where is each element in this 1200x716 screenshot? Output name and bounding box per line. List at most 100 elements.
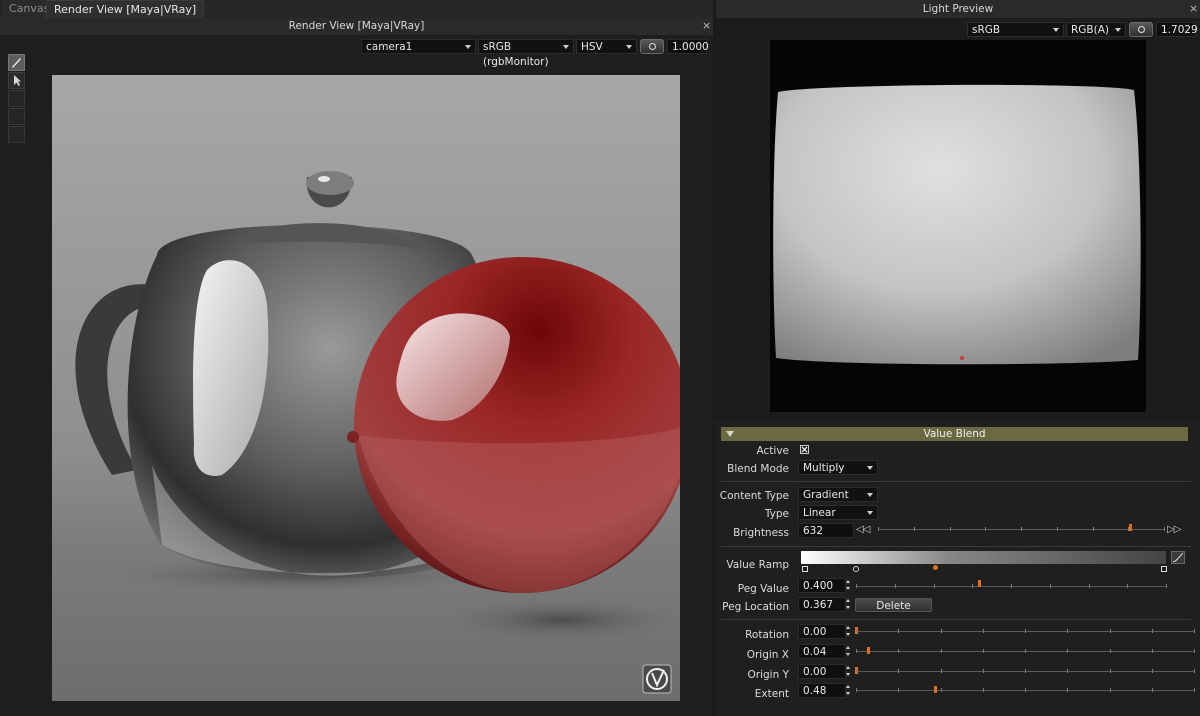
- origin-y-label: Origin Y: [747, 669, 790, 681]
- peg-location-input[interactable]: 0.367: [798, 597, 846, 612]
- peg-value-label: Peg Value: [737, 583, 789, 595]
- chevron-down-icon: [867, 466, 873, 470]
- brightness-slider-handle[interactable]: [1128, 524, 1132, 531]
- tool-slot[interactable]: [8, 126, 25, 143]
- slider-tick: [1025, 669, 1026, 673]
- exposure-icon[interactable]: [640, 39, 664, 54]
- slider-tick: [1067, 688, 1068, 692]
- content-type-label: Content Type: [719, 490, 789, 502]
- slider-tick: [1050, 584, 1051, 588]
- divider: [721, 546, 1191, 547]
- active-checkbox[interactable]: [800, 445, 809, 454]
- slider-tick: [1152, 688, 1153, 692]
- light-colorspace-select[interactable]: sRGB (rgbMonitor): [967, 22, 1064, 51]
- light-preview-image: [770, 40, 1146, 412]
- render-image: [52, 75, 680, 701]
- slider-tick: [983, 649, 984, 653]
- exposure-value[interactable]: 1.0000: [667, 39, 709, 54]
- peg-location-spinner[interactable]: [846, 597, 852, 612]
- slider-tick: [1011, 584, 1012, 588]
- ramp-peg[interactable]: [802, 566, 808, 572]
- slider-tick: [856, 669, 857, 673]
- slider-tick: [1194, 669, 1195, 673]
- rotation-label: Rotation: [745, 629, 789, 641]
- content-type-select[interactable]: Gradient: [798, 487, 878, 502]
- slider-tick: [1164, 527, 1165, 531]
- colorspace-select[interactable]: sRGB (rgbMonitor): [478, 39, 574, 68]
- slider-tick: [1110, 688, 1111, 692]
- slider-tick: [1067, 649, 1068, 653]
- blend-mode-select[interactable]: Multiply: [798, 460, 878, 475]
- rotation-input[interactable]: 0.00: [798, 624, 846, 639]
- type-label: Type: [764, 508, 789, 520]
- blend-mode-select-value: Multiply: [803, 462, 845, 474]
- slider-tick: [898, 669, 899, 673]
- value-ramp-label: Value Ramp: [726, 559, 789, 571]
- chevron-down-icon: [626, 45, 632, 49]
- slider-tick: [1152, 669, 1153, 673]
- colorspace-select-value: sRGB (rgbMonitor): [483, 41, 549, 68]
- peg-value-slider-handle[interactable]: [978, 580, 981, 587]
- tool-slot[interactable]: [8, 90, 25, 107]
- slider-tick: [941, 649, 942, 653]
- slider-tick: [1025, 649, 1026, 653]
- light-preview-viewport[interactable]: [770, 40, 1146, 412]
- extent-label: Extent: [754, 688, 789, 700]
- origin-x-spinner[interactable]: [846, 644, 852, 659]
- value-ramp-bar[interactable]: [801, 551, 1166, 564]
- light-exposure-value[interactable]: 1.7029: [1156, 22, 1198, 37]
- ramp-peg[interactable]: [853, 566, 859, 572]
- ramp-peg-selected[interactable]: [933, 565, 938, 570]
- origin-y-input[interactable]: 0.00: [798, 664, 846, 679]
- origin-x-input[interactable]: 0.04: [798, 644, 846, 659]
- peg-value-input[interactable]: 0.400: [798, 578, 846, 593]
- slider-tick: [983, 688, 984, 692]
- origin-x-label: Origin X: [746, 649, 789, 661]
- light-preview-title: Light Preview: [716, 0, 1200, 18]
- slider-tick: [1194, 649, 1195, 653]
- close-icon[interactable]: ×: [702, 19, 711, 32]
- delete-button[interactable]: Delete: [855, 598, 932, 612]
- extent-input[interactable]: 0.48: [798, 683, 846, 698]
- slider-tick: [1057, 527, 1058, 531]
- type-select[interactable]: Linear: [798, 505, 878, 520]
- rotation-spinner[interactable]: [846, 624, 852, 639]
- channel-select[interactable]: HSV: [576, 39, 637, 54]
- value-blend-header[interactable]: Value Blend: [721, 427, 1188, 441]
- rewind-icon[interactable]: ◁◁: [856, 524, 870, 535]
- slider-tick: [898, 688, 899, 692]
- channel-select-value: HSV: [581, 41, 603, 53]
- divider: [721, 619, 1191, 620]
- camera-select[interactable]: camera1: [361, 39, 476, 54]
- slider-tick: [1093, 527, 1094, 531]
- slider-tick: [1089, 584, 1090, 588]
- close-icon[interactable]: ×: [1189, 2, 1198, 15]
- ramp-peg[interactable]: [1161, 566, 1167, 572]
- fast-forward-icon[interactable]: ▷▷: [1167, 524, 1181, 535]
- exposure-icon[interactable]: [1129, 22, 1153, 37]
- slider-tick: [898, 629, 899, 633]
- camera-select-value: camera1: [366, 41, 413, 53]
- peg-value-spinner[interactable]: [846, 578, 852, 593]
- tool-slot[interactable]: [8, 108, 25, 125]
- render-viewport[interactable]: [52, 75, 680, 701]
- chevron-down-icon: [867, 493, 873, 497]
- pointer-icon[interactable]: [8, 72, 25, 89]
- tab-render-view[interactable]: Render View [Maya|VRay]: [46, 0, 205, 19]
- slider-tick: [941, 669, 942, 673]
- curve-icon[interactable]: [1171, 551, 1185, 564]
- content-type-select-value: Gradient: [803, 489, 849, 501]
- extent-slider-handle[interactable]: [934, 686, 937, 693]
- slider-tick: [856, 584, 857, 588]
- brightness-input[interactable]: 632: [798, 523, 854, 538]
- chevron-down-icon: [563, 45, 569, 49]
- chevron-down-icon: [867, 511, 873, 515]
- light-channel-select[interactable]: RGB(A): [1066, 22, 1126, 37]
- extent-spinner[interactable]: [846, 683, 852, 698]
- origin-y-spinner[interactable]: [846, 664, 852, 679]
- slider-tick: [934, 584, 935, 588]
- origin-x-slider-handle[interactable]: [867, 647, 870, 654]
- slider-tick: [1067, 629, 1068, 633]
- value-blend-panel: Value Blend Active Blend Mode Multiply C…: [716, 420, 1200, 716]
- brush-icon[interactable]: [8, 54, 25, 71]
